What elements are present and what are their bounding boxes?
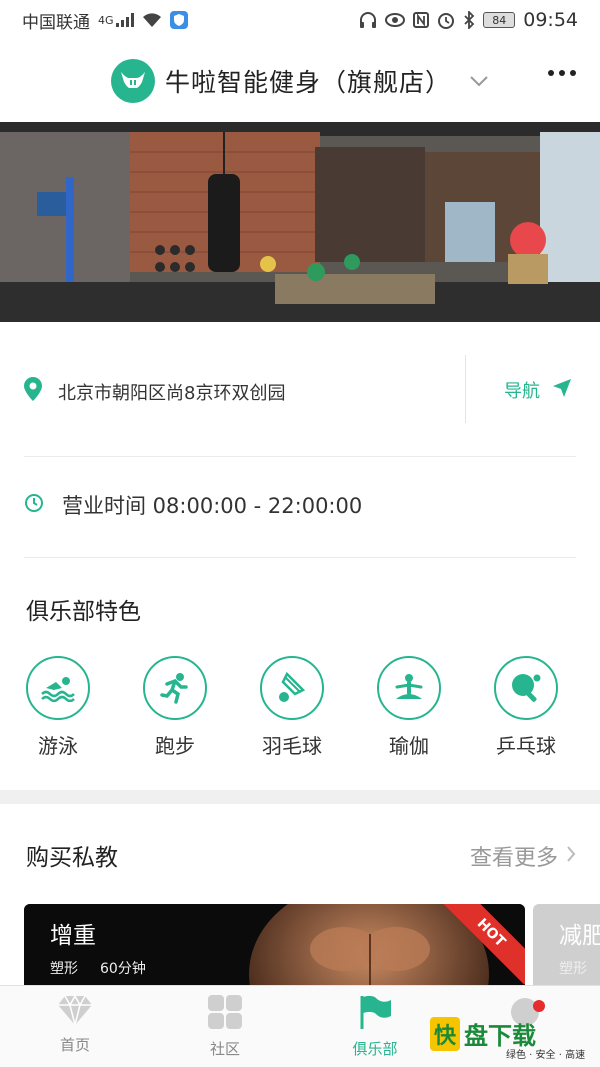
nfc-icon: [413, 12, 430, 28]
card-title: 增重: [50, 923, 96, 949]
status-right: 84 09:54: [359, 9, 578, 31]
address-text: 北京市朝阳区尚8京环双创园: [58, 383, 286, 404]
eye-icon: [385, 13, 406, 27]
status-bar: 中国联通 4G 84 09:54: [0, 0, 600, 40]
tab-club[interactable]: 俱乐部: [325, 994, 425, 1059]
card-duration: 60分钟: [100, 961, 146, 977]
gym-hero-image: [0, 122, 600, 322]
app-header: 牛啦智能健身（旗舰店）: [0, 40, 600, 122]
feature-badminton[interactable]: 羽毛球: [252, 656, 332, 759]
diamond-icon: [57, 994, 93, 1030]
chevron-down-icon[interactable]: [469, 75, 489, 87]
feature-label: 游泳: [38, 734, 78, 758]
table-tennis-icon: [494, 656, 558, 720]
navigate-button[interactable]: 导航: [504, 377, 572, 403]
divider: [24, 557, 576, 558]
card-meta: 塑形: [559, 958, 587, 978]
divider: [465, 355, 466, 423]
bluetooth-icon: [463, 11, 475, 29]
feature-label: 羽毛球: [262, 734, 322, 758]
wifi-icon: [142, 12, 162, 28]
notification-dot: [533, 1000, 545, 1012]
swimming-icon: [26, 656, 90, 720]
status-left: 中国联通 4G: [22, 8, 188, 33]
yoga-icon: [377, 656, 441, 720]
feature-label: 乒乓球: [496, 734, 556, 758]
feature-swimming[interactable]: 游泳: [18, 656, 98, 759]
feature-label: 跑步: [155, 734, 195, 758]
clock-icon: [24, 493, 44, 517]
business-hours-text: 营业时间 08:00:00 - 22:00:00: [62, 494, 363, 518]
badminton-icon: [260, 656, 324, 720]
card-category: 塑形: [559, 961, 587, 977]
navigation-arrow-icon: [552, 378, 572, 403]
tab-community[interactable]: 社区: [175, 994, 275, 1059]
private-trainer-title: 购买私教: [26, 845, 118, 871]
card-meta: 塑形 60分钟: [50, 958, 146, 978]
tab-label: 首页: [59, 1036, 90, 1054]
clock-label: 09:54: [523, 9, 578, 31]
shield-icon: [169, 11, 188, 29]
feature-label: 瑜伽: [389, 734, 429, 758]
network-label: 4G: [98, 13, 114, 27]
card-category: 塑形: [50, 961, 78, 977]
business-hours-row: 营业时间 08:00:00 - 22:00:00: [24, 490, 362, 520]
site-watermark: 快 盘下载 绿色 · 安全 · 高速: [430, 1016, 585, 1061]
see-more-link[interactable]: 查看更多: [470, 840, 576, 872]
features-title: 俱乐部特色: [26, 599, 141, 625]
navigate-label: 导航: [504, 381, 540, 402]
carrier-label: 中国联通: [22, 12, 90, 33]
battery-icon: 84: [483, 12, 516, 28]
running-icon: [143, 656, 207, 720]
chevron-right-icon: [566, 844, 576, 869]
store-title[interactable]: 牛啦智能健身（旗舰店）: [165, 63, 451, 99]
divider: [24, 456, 576, 457]
address-row[interactable]: 北京市朝阳区尚8京环双创园 导航: [0, 355, 600, 423]
feature-running[interactable]: 跑步: [135, 656, 215, 759]
tab-home[interactable]: 首页: [25, 994, 125, 1055]
feature-yoga[interactable]: 瑜伽: [369, 656, 449, 759]
features-list: 游泳 跑步 羽毛球 瑜伽 乒乓球: [0, 656, 600, 766]
headphones-icon: [359, 12, 377, 28]
location-pin-icon: [24, 377, 42, 405]
signal-icon: [115, 13, 134, 27]
tab-label: 俱乐部: [352, 1040, 398, 1058]
more-options-button[interactable]: [548, 70, 576, 76]
tab-label: 社区: [209, 1040, 240, 1058]
see-more-label: 查看更多: [469, 846, 558, 871]
grid-icon: [207, 994, 243, 1034]
card-title: 减肥: [559, 923, 600, 949]
feature-table-tennis[interactable]: 乒乓球: [486, 656, 566, 759]
watermark-logo: 快: [430, 1016, 460, 1051]
watermark-subtext: 绿色 · 安全 · 高速: [506, 1050, 586, 1061]
brand-logo: [110, 59, 155, 103]
bull-logo-icon: [120, 72, 145, 88]
section-separator: [0, 790, 600, 804]
flag-icon: [357, 994, 393, 1034]
alarm-icon: [437, 11, 455, 29]
